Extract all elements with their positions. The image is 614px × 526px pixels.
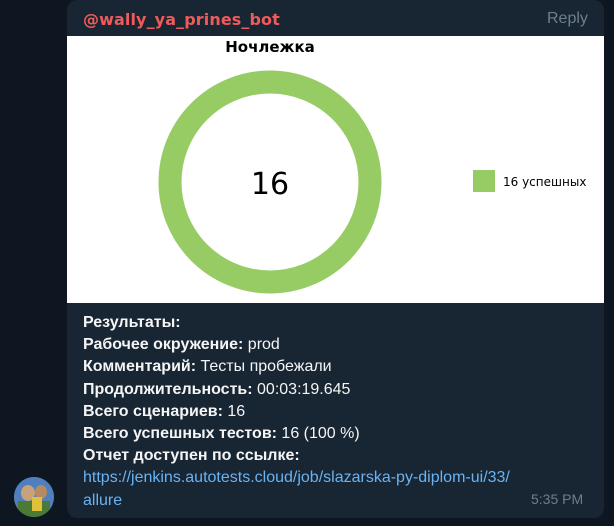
env-label: Рабочее окружение: <box>83 336 244 354</box>
comment-label: Комментарий: <box>83 358 197 376</box>
chart-image[interactable]: Ночлежка 16 16 успешных <box>67 36 604 303</box>
chart-title: Ночлежка <box>225 38 315 56</box>
avatar[interactable] <box>14 477 54 517</box>
env-value: prod <box>243 336 280 354</box>
scenarios-label: Всего сценариев: <box>83 402 223 420</box>
duration-line: Продолжительность: 00:03:19.645 <box>83 379 593 401</box>
sender-name[interactable]: @wally_ya_prines_bot <box>83 10 280 29</box>
message-time: 5:35 PM <box>531 491 584 507</box>
scenarios-value: 16 <box>222 402 246 420</box>
scenarios-line: Всего сценариев: 16 <box>83 401 593 423</box>
report-link[interactable]: https://jenkins.autotests.cloud/job/slaz… <box>83 469 510 508</box>
results-heading: Результаты: <box>83 314 181 331</box>
message-text: Результаты: Рабочее окружение: prod Комм… <box>83 312 593 512</box>
report-label: Отчет доступен по ссылке: <box>83 447 300 465</box>
legend-label: 16 успешных <box>503 175 586 189</box>
env-line: Рабочее окружение: prod <box>83 334 593 356</box>
reply-button[interactable]: Reply <box>547 10 588 28</box>
donut-chart: Ночлежка 16 16 успешных <box>158 38 586 294</box>
passed-value: 16 (100 %) <box>276 425 360 443</box>
passed-line: Всего успешных тестов: 16 (100 %) <box>83 423 593 445</box>
avatar-image <box>14 477 54 517</box>
duration-value: 00:03:19.645 <box>252 380 351 398</box>
legend-swatch <box>473 170 495 192</box>
duration-label: Продолжительность: <box>83 380 253 398</box>
chart-center-value: 16 <box>251 167 289 202</box>
passed-label: Всего успешных тестов: <box>83 425 277 443</box>
comment-line: Комментарий: Тесты пробежали <box>83 356 593 378</box>
comment-value: Тесты пробежали <box>196 358 332 376</box>
